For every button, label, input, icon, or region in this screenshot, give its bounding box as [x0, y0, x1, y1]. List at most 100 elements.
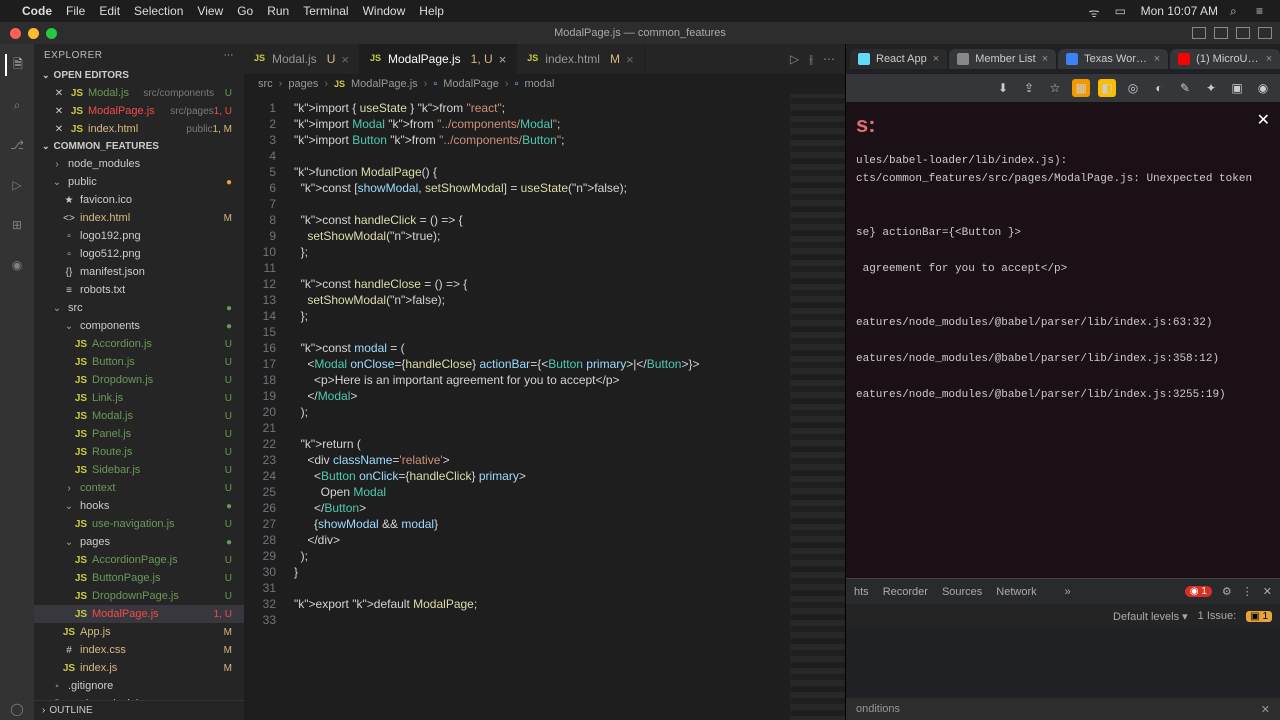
- project-section[interactable]: ⌄ COMMON_FEATURES: [34, 138, 244, 155]
- devtools-tab[interactable]: Recorder: [883, 586, 928, 598]
- browser-tab[interactable]: Texas Workf…×: [1058, 49, 1168, 69]
- file-item[interactable]: <>index.htmlM: [34, 209, 244, 227]
- open-editors-section[interactable]: ⌄ OPEN EDITORS: [34, 67, 244, 84]
- layout-icon[interactable]: [1258, 27, 1272, 39]
- folder-item[interactable]: ⌄src●: [34, 299, 244, 317]
- explorer-icon[interactable]: 🗎: [5, 54, 27, 76]
- breadcrumb-item[interactable]: ModalPage: [443, 78, 499, 90]
- file-item[interactable]: JSindex.jsM: [34, 659, 244, 677]
- editor-tab[interactable]: JSModal.jsU×: [244, 44, 360, 74]
- more-icon[interactable]: ⋯: [823, 52, 835, 66]
- traffic-lights[interactable]: [10, 28, 57, 39]
- close-overlay-icon[interactable]: ✕: [1257, 110, 1270, 130]
- file-item[interactable]: ★favicon.ico: [34, 191, 244, 209]
- menu-go[interactable]: Go: [237, 4, 253, 18]
- file-item[interactable]: JSButton.jsU: [34, 353, 244, 371]
- clock[interactable]: Mon 10:07 AM: [1141, 4, 1218, 18]
- close-icon[interactable]: ✕: [1261, 703, 1270, 716]
- folder-item[interactable]: ⌄public●: [34, 173, 244, 191]
- minimize-window-icon[interactable]: [28, 28, 39, 39]
- browser-tab[interactable]: React App×: [850, 49, 947, 69]
- sidebar-toggle-icon[interactable]: [1214, 27, 1228, 39]
- extensions-icon[interactable]: ⊞: [6, 214, 28, 236]
- file-item[interactable]: JSSidebar.jsU: [34, 461, 244, 479]
- maximize-window-icon[interactable]: [46, 28, 57, 39]
- accounts-icon[interactable]: ◯: [6, 698, 28, 720]
- issue-badge[interactable]: ▣ 1: [1246, 611, 1272, 622]
- source-control-icon[interactable]: ⎇: [6, 134, 28, 156]
- search-icon[interactable]: ⌕: [6, 94, 28, 116]
- share-icon[interactable]: ⇪: [1020, 79, 1038, 97]
- file-item[interactable]: JSAccordion.jsU: [34, 335, 244, 353]
- file-item[interactable]: ◦.gitignore: [34, 677, 244, 695]
- run-debug-icon[interactable]: ▷: [6, 174, 28, 196]
- wifi-icon[interactable]: ᯤ: [1089, 4, 1103, 18]
- file-item[interactable]: JSModal.jsU: [34, 407, 244, 425]
- menu-view[interactable]: View: [197, 4, 223, 18]
- file-item[interactable]: JSLink.jsU: [34, 389, 244, 407]
- profile-icon[interactable]: ◉: [1254, 79, 1272, 97]
- file-item[interactable]: #index.cssM: [34, 641, 244, 659]
- puzzle-icon[interactable]: ✦: [1202, 79, 1220, 97]
- extension-icon[interactable]: ✎: [1176, 79, 1194, 97]
- close-devtools-icon[interactable]: ✕: [1263, 585, 1272, 598]
- run-icon[interactable]: ▷: [790, 52, 799, 66]
- log-levels-dropdown[interactable]: Default levels ▾: [1113, 610, 1188, 623]
- breadcrumb[interactable]: src›pages›JS ModalPage.js›▫ ModalPage›▫ …: [244, 74, 845, 94]
- open-editor-item[interactable]: ✕JSModal.jssrc/componentsU: [34, 84, 244, 102]
- folder-item[interactable]: ⌄components●: [34, 317, 244, 335]
- battery-icon[interactable]: ▭: [1115, 4, 1129, 18]
- explorer-more-icon[interactable]: ⋯: [224, 50, 235, 61]
- file-item[interactable]: JSDropdownPage.jsU: [34, 587, 244, 605]
- close-tab-icon[interactable]: ×: [1042, 53, 1048, 65]
- file-item[interactable]: ≡robots.txt: [34, 281, 244, 299]
- close-tab-icon[interactable]: ×: [1266, 53, 1272, 65]
- settings-icon[interactable]: ⚙: [1222, 585, 1232, 598]
- more-icon[interactable]: ⋮: [1242, 585, 1253, 598]
- file-item[interactable]: JSuse-navigation.jsU: [34, 515, 244, 533]
- extension-icon[interactable]: ◧: [1098, 79, 1116, 97]
- devtools-tab[interactable]: Sources: [942, 586, 982, 598]
- open-editor-item[interactable]: ✕JSModalPage.jssrc/pages1, U: [34, 102, 244, 120]
- control-center-icon[interactable]: ≡: [1256, 4, 1270, 18]
- menu-terminal[interactable]: Terminal: [303, 4, 348, 18]
- file-item[interactable]: {}manifest.json: [34, 263, 244, 281]
- menu-file[interactable]: File: [66, 4, 85, 18]
- close-window-icon[interactable]: [10, 28, 21, 39]
- folder-item[interactable]: ›contextU: [34, 479, 244, 497]
- file-item[interactable]: JSModalPage.js1, U: [34, 605, 244, 623]
- browser-tab[interactable]: (1) MicroUrb…×: [1170, 49, 1280, 69]
- editor-tab[interactable]: JSModalPage.js1, U×: [360, 44, 517, 74]
- editor-tab[interactable]: JSindex.htmlM×: [517, 44, 644, 74]
- extension-icon[interactable]: ◎: [1124, 79, 1142, 97]
- close-tab-icon[interactable]: ×: [933, 53, 939, 65]
- split-editor-icon[interactable]: [1236, 27, 1250, 39]
- extension-icon[interactable]: ◐: [1150, 79, 1168, 97]
- menu-run[interactable]: Run: [267, 4, 289, 18]
- breadcrumb-item[interactable]: src: [258, 78, 273, 90]
- search-icon[interactable]: ⌕: [1230, 4, 1244, 18]
- error-count-badge[interactable]: ◉ 1: [1185, 586, 1212, 597]
- breadcrumb-item[interactable]: ModalPage.js: [351, 78, 418, 90]
- file-item[interactable]: JSApp.jsM: [34, 623, 244, 641]
- download-icon[interactable]: ⬇: [994, 79, 1012, 97]
- file-item[interactable]: ▫logo192.png: [34, 227, 244, 245]
- open-editor-item[interactable]: ✕JSindex.htmlpublic1, M: [34, 120, 244, 138]
- close-tab-icon[interactable]: ×: [341, 52, 349, 67]
- menu-window[interactable]: Window: [363, 4, 406, 18]
- outline-section[interactable]: › OUTLINE: [34, 700, 244, 720]
- devtools-tab[interactable]: hts: [854, 586, 869, 598]
- file-item[interactable]: JSButtonPage.jsU: [34, 569, 244, 587]
- close-tab-icon[interactable]: ×: [626, 52, 634, 67]
- code-editor[interactable]: 1234567891011121314151617181920212223242…: [244, 94, 845, 720]
- menu-selection[interactable]: Selection: [134, 4, 183, 18]
- file-item[interactable]: JSDropdown.jsU: [34, 371, 244, 389]
- file-item[interactable]: ▫logo512.png: [34, 245, 244, 263]
- code-lines[interactable]: "k">import { useState } "k">from "react"…: [286, 94, 790, 720]
- app-name[interactable]: Code: [22, 4, 52, 18]
- breadcrumb-item[interactable]: modal: [524, 78, 554, 90]
- file-item[interactable]: JSRoute.jsU: [34, 443, 244, 461]
- console-output[interactable]: [846, 628, 1280, 698]
- editor-layout-icons[interactable]: [1192, 27, 1272, 39]
- split-icon[interactable]: ⫲: [809, 52, 813, 67]
